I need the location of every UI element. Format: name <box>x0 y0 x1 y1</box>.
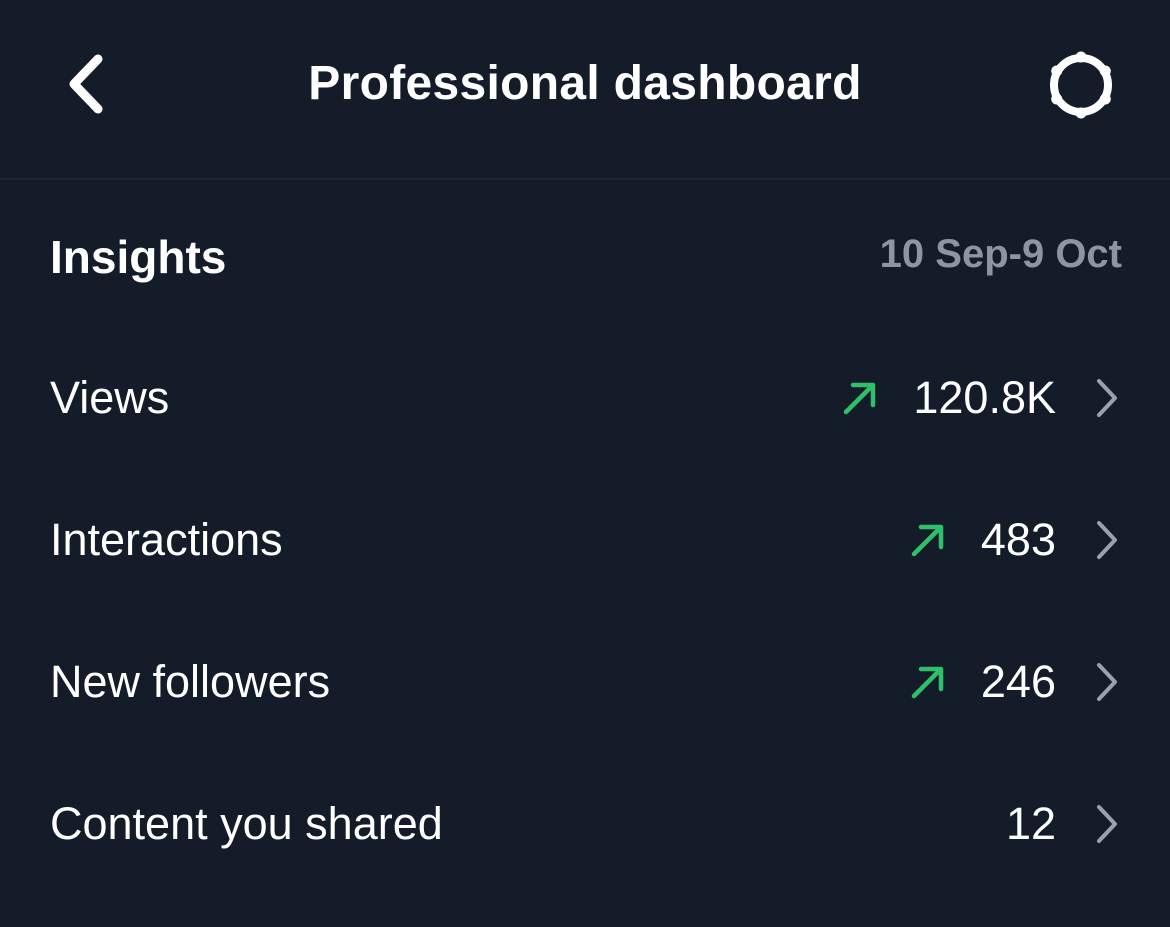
metric-value-group: 246 <box>905 617 1122 747</box>
settings-button[interactable] <box>1036 40 1126 130</box>
metric-label: Views <box>50 372 170 423</box>
section-title: Insights <box>50 231 227 283</box>
metric-value: 120.8K <box>913 372 1056 423</box>
metric-value-group: 120.8K <box>837 333 1122 463</box>
metric-value-group: 483 <box>905 475 1122 605</box>
gear-icon <box>1050 51 1112 119</box>
page-title: Professional dashboard <box>308 57 862 110</box>
metric-label: Content you shared <box>50 798 443 849</box>
chevron-right-icon <box>1092 375 1122 421</box>
metric-row-content-shared[interactable]: Content you shared 12 <box>0 759 1170 889</box>
metric-value: 12 <box>1005 798 1056 849</box>
trend-up-icon <box>905 517 951 563</box>
metric-label: New followers <box>50 656 331 707</box>
metric-row-views[interactable]: Views 120.8K <box>0 333 1170 463</box>
metric-value: 483 <box>980 514 1056 565</box>
trend-up-icon <box>905 659 951 705</box>
insights-header: Insights 10 Sep-9 Oct <box>50 222 1122 292</box>
chevron-right-icon <box>1092 659 1122 705</box>
professional-dashboard-screen: Professional dashboard Insights 10 Sep-9… <box>0 0 1170 927</box>
metric-label: Interactions <box>50 514 283 565</box>
top-bar: Professional dashboard <box>0 0 1170 180</box>
chevron-right-icon <box>1092 801 1122 847</box>
metric-row-interactions[interactable]: Interactions 483 <box>0 475 1170 605</box>
trend-up-icon <box>837 375 883 421</box>
date-range[interactable]: 10 Sep-9 Oct <box>880 222 1122 286</box>
chevron-right-icon <box>1092 517 1122 563</box>
metric-value-group: 12 <box>1006 759 1122 889</box>
metric-value: 246 <box>980 656 1056 707</box>
metric-row-new-followers[interactable]: New followers 246 <box>0 617 1170 747</box>
